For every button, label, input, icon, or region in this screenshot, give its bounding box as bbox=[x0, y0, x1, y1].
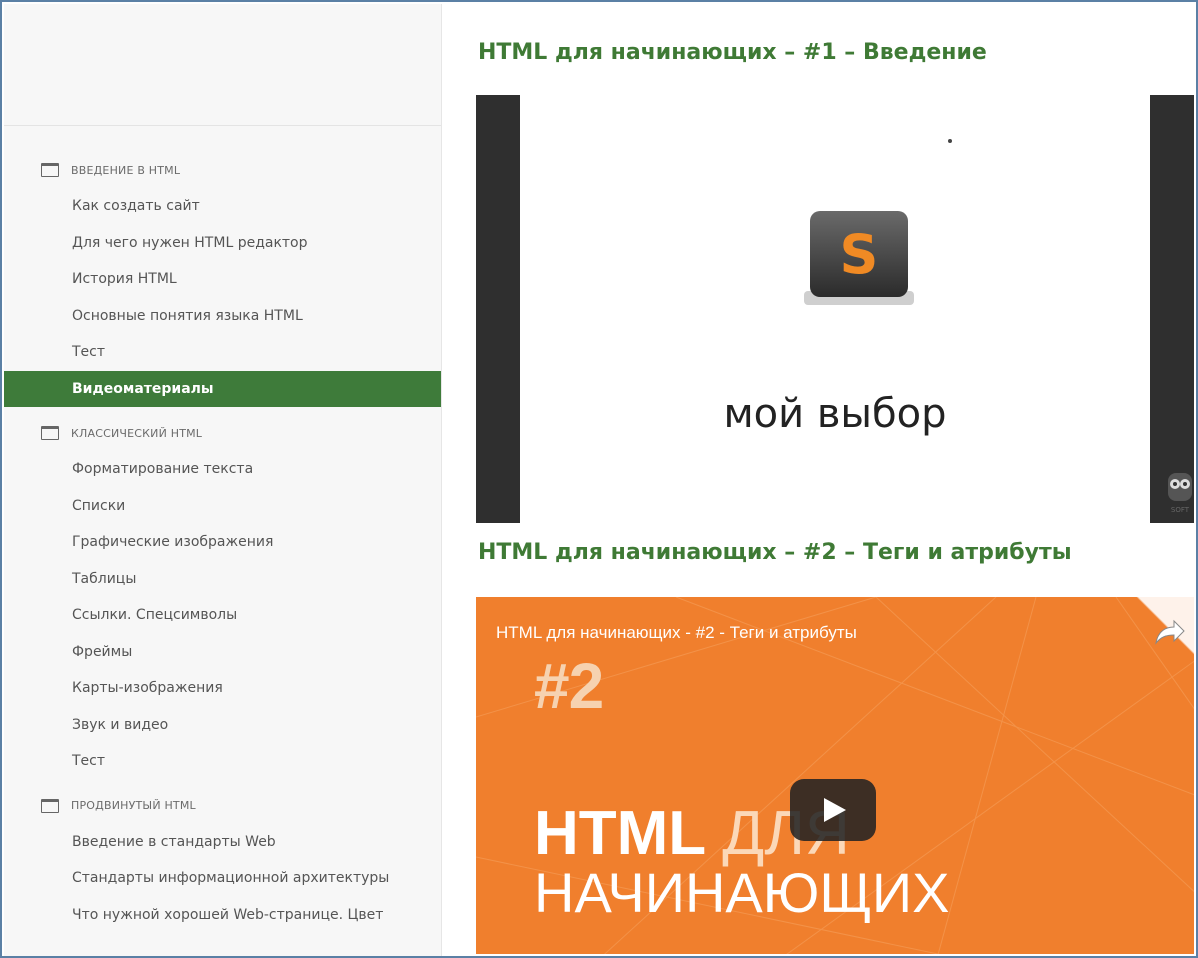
sidebar-item-video-materials[interactable]: Видеоматериалы bbox=[4, 370, 441, 407]
sidebar-item-images[interactable]: Графические изображения bbox=[4, 524, 441, 561]
video-big-line-2: НАЧИНАЮЩИХ bbox=[534, 861, 950, 924]
video-player-2[interactable]: HTML для начинающих - #2 - Теги и атрибу… bbox=[476, 597, 1194, 954]
sidebar-section-advanced: ПРОДВИНУТЫЙ HTML Введение в стандарты We… bbox=[4, 788, 441, 934]
section-title: ВВЕДЕНИЕ В HTML bbox=[71, 163, 181, 177]
sidebar-item-lists[interactable]: Списки bbox=[4, 488, 441, 525]
page-frame: ВВЕДЕНИЕ В HTML Как создать сайт Для чег… bbox=[0, 0, 1198, 958]
folder-icon bbox=[41, 798, 59, 813]
sidebar-item-test-2[interactable]: Тест bbox=[4, 743, 441, 780]
sublime-text-icon: S bbox=[804, 211, 914, 305]
sidebar: ВВЕДЕНИЕ В HTML Как создать сайт Для чег… bbox=[4, 4, 442, 956]
sidebar-item-test-1[interactable]: Тест bbox=[4, 334, 441, 371]
sidebar-item-links[interactable]: Ссылки. Спецсимволы bbox=[4, 597, 441, 634]
sidebar-item-html-history[interactable]: История HTML bbox=[4, 261, 441, 298]
sidebar-item-image-maps[interactable]: Карты-изображения bbox=[4, 670, 441, 707]
video-title-2: HTML для начинающих – #2 – Теги и атрибу… bbox=[478, 540, 1072, 565]
section-title: КЛАССИЧЕСКИЙ HTML bbox=[71, 426, 203, 440]
watermark-text: SOFT bbox=[1171, 506, 1190, 514]
sidebar-item-html-editor[interactable]: Для чего нужен HTML редактор bbox=[4, 225, 441, 262]
video-player-1[interactable]: S мой выбор SOFT bbox=[476, 95, 1194, 523]
section-header[interactable]: ПРОДВИНУТЫЙ HTML bbox=[4, 788, 441, 824]
sidebar-section-classic: КЛАССИЧЕСКИЙ HTML Форматирование текста … bbox=[4, 415, 441, 780]
sidebar-item-frames[interactable]: Фреймы bbox=[4, 634, 441, 671]
section-header[interactable]: ВВЕДЕНИЕ В HTML bbox=[4, 152, 441, 188]
folder-icon bbox=[41, 163, 59, 177]
sidebar-section-intro: ВВЕДЕНИЕ В HTML Как создать сайт Для чег… bbox=[4, 152, 441, 407]
sidebar-item-text-formatting[interactable]: Форматирование текста bbox=[4, 451, 441, 488]
sidebar-item-info-architecture[interactable]: Стандарты информационной архитектуры bbox=[4, 860, 441, 897]
owl-logo-icon: SOFT bbox=[1168, 473, 1192, 514]
sidebar-item-audio-video[interactable]: Звук и видео bbox=[4, 707, 441, 744]
play-icon[interactable] bbox=[790, 779, 876, 841]
app-icon-letter: S bbox=[840, 223, 879, 286]
sidebar-item-tables[interactable]: Таблицы bbox=[4, 561, 441, 598]
video-caption-1: мой выбор bbox=[723, 391, 947, 437]
sidebar-item-html-basics[interactable]: Основные понятия языка HTML bbox=[4, 298, 441, 335]
video-title-1: HTML для начинающих – #1 – Введение bbox=[478, 40, 987, 65]
sidebar-item-good-page-color[interactable]: Что нужной хорошей Web-странице. Цвет bbox=[4, 897, 441, 934]
big-line-bold: HTML bbox=[534, 799, 706, 868]
cursor-icon bbox=[948, 139, 952, 143]
share-icon[interactable] bbox=[1152, 617, 1186, 647]
sidebar-item-how-to-create-site[interactable]: Как создать сайт bbox=[4, 188, 441, 225]
player-video-title[interactable]: HTML для начинающих - #2 - Теги и атрибу… bbox=[496, 623, 857, 643]
sidebar-item-web-standards[interactable]: Введение в стандарты Web bbox=[4, 824, 441, 861]
sidebar-header-area bbox=[4, 4, 441, 126]
main-content: HTML для начинающих – #1 – Введение S мо… bbox=[442, 4, 1194, 954]
video-frame-1: S мой выбор bbox=[520, 95, 1150, 523]
section-title: ПРОДВИНУТЫЙ HTML bbox=[71, 799, 196, 812]
folder-icon bbox=[41, 426, 59, 440]
video-number: #2 bbox=[534, 650, 604, 722]
section-header[interactable]: КЛАССИЧЕСКИЙ HTML bbox=[4, 415, 441, 451]
